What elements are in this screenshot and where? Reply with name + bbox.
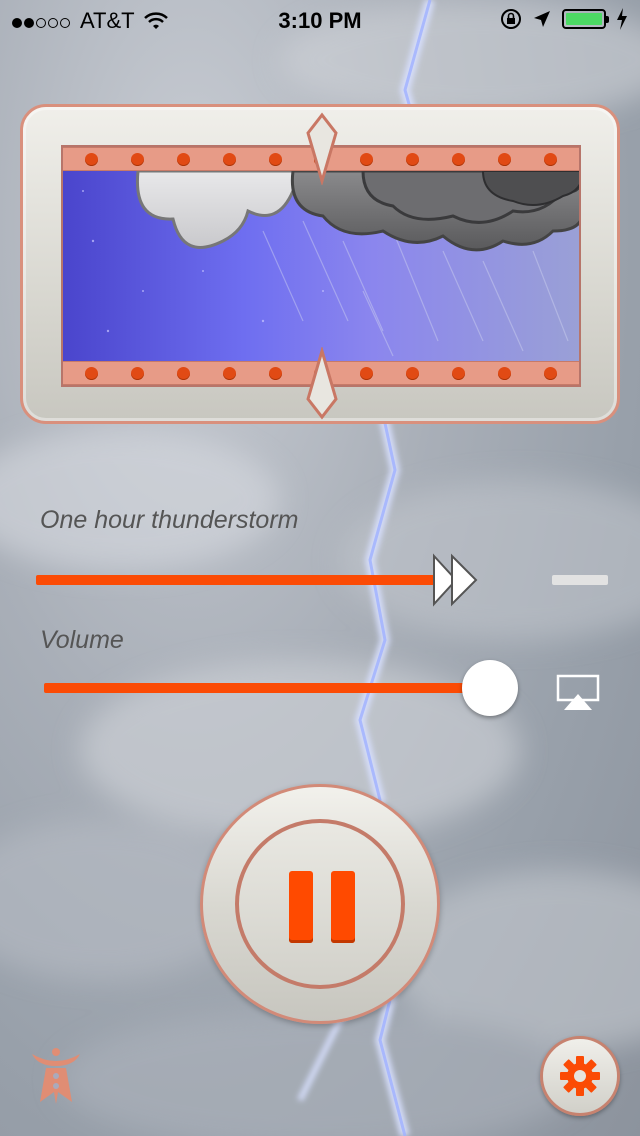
pause-bar-left-icon <box>289 871 313 943</box>
track-progress-remaining <box>552 575 608 585</box>
app-logo-icon[interactable] <box>28 1046 84 1106</box>
status-bar: AT&T 3:10 PM <box>0 0 640 40</box>
sky-illustration <box>63 171 579 361</box>
location-arrow-icon <box>534 11 550 27</box>
gear-icon <box>560 1056 600 1096</box>
scene-frame <box>20 104 620 424</box>
top-pointer-icon <box>306 112 338 185</box>
pause-button[interactable] <box>200 784 440 1024</box>
bottom-pointer-icon <box>306 347 338 420</box>
fast-forward-thumb-icon[interactable] <box>430 552 482 608</box>
volume-thumb[interactable] <box>462 660 518 716</box>
settings-button[interactable] <box>540 1036 620 1116</box>
volume-fill <box>44 683 482 693</box>
rotation-lock-icon <box>501 9 521 29</box>
storm-clouds-illustration <box>82 171 579 357</box>
track-title: One hour thunderstorm <box>40 506 299 534</box>
pause-bar-right-icon <box>331 871 355 943</box>
charging-bolt-icon <box>617 8 627 30</box>
pause-button-ring <box>235 819 405 989</box>
track-progress-fill <box>36 575 440 585</box>
airplay-icon[interactable] <box>556 674 600 712</box>
battery-icon <box>562 9 609 29</box>
volume-label: Volume <box>40 626 124 654</box>
track-progress-slider[interactable] <box>36 552 608 608</box>
volume-slider[interactable] <box>44 660 540 716</box>
